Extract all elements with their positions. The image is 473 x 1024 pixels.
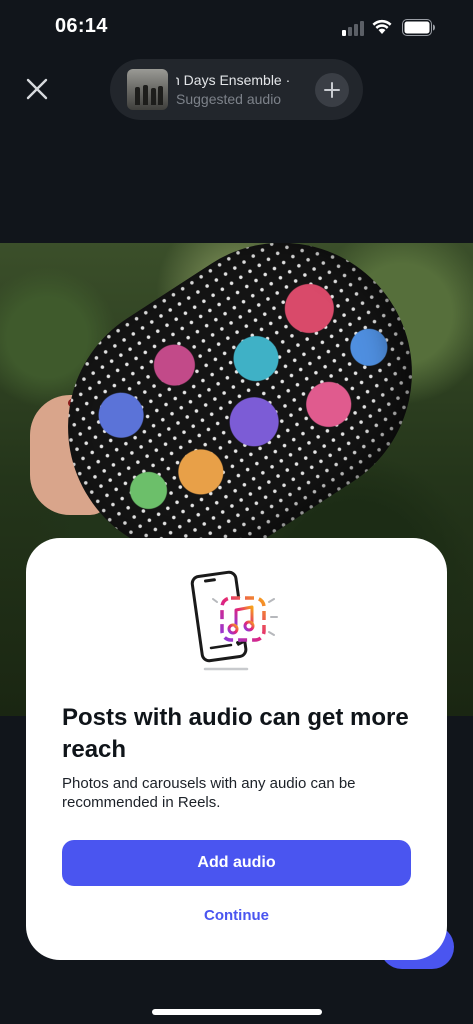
sheet-title: Posts with audio can get more reach <box>62 704 409 763</box>
suggested-audio-pill[interactable]: n Days Ensemble · Suggested audio <box>110 59 363 120</box>
continue-button[interactable]: Continue <box>62 900 411 930</box>
battery-icon <box>402 19 435 36</box>
add-audio-button[interactable]: Add audio <box>62 840 411 886</box>
status-time: 06:14 <box>55 15 108 37</box>
wifi-icon <box>372 19 392 34</box>
audio-reach-sheet: Posts with audio can get more reach Phot… <box>26 538 447 960</box>
close-button[interactable] <box>20 72 54 106</box>
audio-cover-thumbnail <box>127 69 168 110</box>
plus-icon <box>324 82 340 98</box>
home-indicator[interactable] <box>152 1009 322 1015</box>
add-suggested-audio-button[interactable] <box>315 73 349 107</box>
audio-subtitle: Suggested audio <box>176 91 282 107</box>
sheet-description: Photos and carousels with any audio can … <box>62 775 356 811</box>
audio-title: n Days Ensemble · <box>176 72 291 88</box>
phone-music-icon <box>190 570 278 671</box>
close-icon <box>26 78 48 100</box>
status-bar: 06:14 <box>0 0 473 56</box>
cellular-signal-icon <box>342 20 366 36</box>
